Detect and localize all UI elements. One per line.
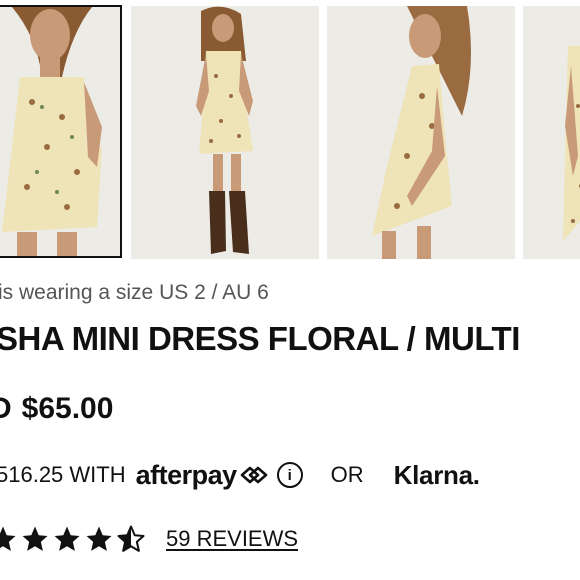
or-label: OR (330, 462, 364, 487)
reviews-link[interactable]: 59 REVIEWS (166, 526, 298, 552)
star-full-icon (54, 526, 80, 551)
payment-options-row: 516.25 WITH afterpay i OR Klarna. (0, 458, 480, 492)
installment-text: 516.25 WITH (0, 462, 126, 487)
model-photo-back (523, 6, 580, 259)
gallery-thumbnail-3[interactable] (327, 6, 515, 259)
model-photo-full-length (131, 6, 319, 259)
afterpay-info-icon[interactable]: i (276, 462, 303, 488)
afterpay-logo-text: afterpay (135, 459, 238, 490)
model-photo-side (327, 6, 515, 259)
model-size-note: is wearing a size US 2 / AU 6 (0, 281, 269, 304)
product-image-gallery (0, 0, 580, 262)
price-row: D $65.00 (0, 392, 113, 426)
currency-label: D (0, 392, 12, 425)
rating-row: 59 REVIEWS (0, 522, 298, 556)
gallery-thumbnail-1[interactable] (0, 5, 122, 258)
gallery-thumbnail-4[interactable] (523, 6, 580, 259)
model-photo-front (0, 7, 120, 256)
star-full-icon (86, 526, 112, 551)
star-full-icon (22, 526, 48, 551)
gallery-thumbnail-2[interactable] (131, 6, 319, 259)
star-rating (0, 524, 148, 554)
star-full-icon (0, 526, 16, 551)
product-price: $65.00 (21, 392, 114, 425)
star-half-icon (117, 525, 145, 552)
klarna-logo-text: Klarna. (393, 459, 480, 490)
product-title: SHA MINI DRESS FLORAL / MULTI (0, 320, 520, 357)
afterpay-arrows-icon (240, 466, 267, 484)
